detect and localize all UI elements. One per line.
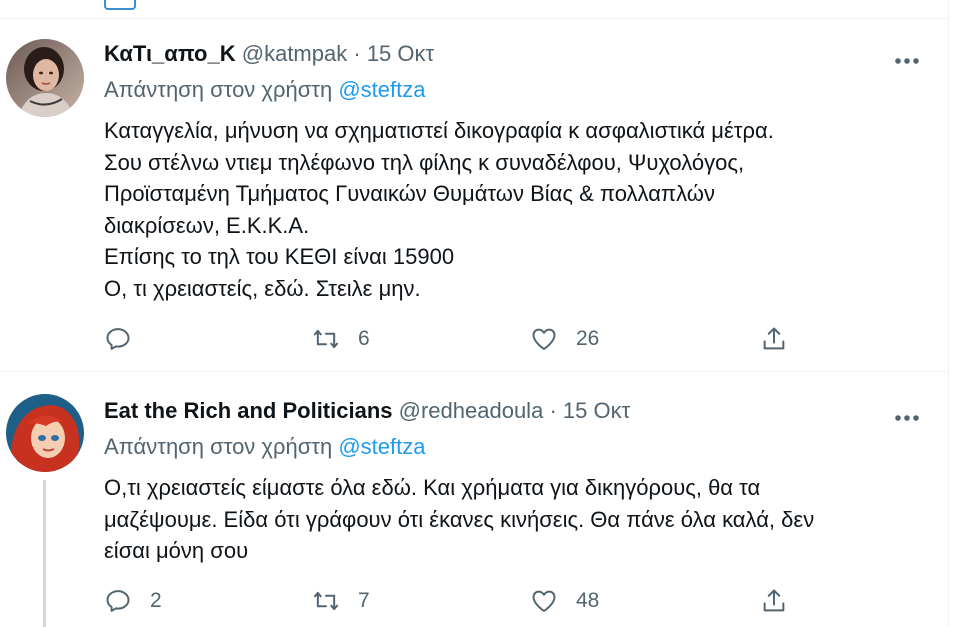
previous-tweet-edge — [0, 0, 948, 19]
tweet-date[interactable]: 15 Οκτ — [563, 398, 630, 423]
tweet-text-line: Προϊσταμένη Τμήματος Γυναικών Θυμάτων Βί… — [104, 181, 715, 207]
reply-icon — [106, 328, 130, 350]
retweet-button[interactable]: 7 — [312, 584, 370, 618]
replying-to-label: Απάντηση στον χρήστη — [104, 434, 333, 459]
tweet-text-line: Καταγγελία, μήνυση να σχηματιστεί δικογρ… — [104, 118, 774, 143]
mention-link[interactable]: @steftza — [338, 434, 425, 459]
mention-link[interactable]: @steftza — [338, 77, 425, 102]
tweet[interactable]: Eat the Rich and Politicians @redheadoul… — [0, 372, 948, 627]
separator-dot: · — [353, 41, 361, 66]
tweet-header: Eat the Rich and Politicians @redheadoul… — [104, 396, 630, 426]
display-name[interactable]: ΚαΤι_απο_Κ — [104, 41, 236, 66]
share-icon — [763, 327, 785, 350]
previous-tweet-icon — [104, 0, 136, 10]
tweet-text-line: διακρίσεων, Ε.Κ.Κ.Α. — [104, 212, 310, 238]
like-count: 26 — [576, 327, 600, 350]
retweet-count: 6 — [358, 327, 370, 350]
tweet-text: Καταγγελία, μήνυση να σχηματιστεί δικογρ… — [104, 115, 904, 305]
share-button[interactable] — [760, 584, 788, 618]
retweet-icon — [313, 329, 339, 349]
tweet-text: Ο,τι χρειαστείς είμαστε όλα εδώ. Και χρή… — [104, 472, 904, 567]
tweet-text-line: Επίσης το τηλ του ΚΕΘΙ είναι 15900 — [104, 244, 455, 270]
handle[interactable]: @katmpak — [242, 41, 347, 66]
tweet-actions: 6 26 — [104, 322, 804, 356]
replying-to: Απάντηση στον χρήστη @steftza — [104, 432, 425, 462]
like-icon — [532, 328, 556, 350]
retweet-count: 7 — [358, 589, 370, 612]
like-count: 48 — [576, 589, 600, 612]
tweet-text-line: μαζέψουμε. Είδα ότι γράφουν ότι έκανες κ… — [104, 506, 815, 532]
reply-count: 2 — [150, 589, 162, 612]
tweet-actions: 2 7 48 — [104, 584, 804, 618]
replying-to-label: Απάντηση στον χρήστη — [104, 77, 333, 102]
share-icon — [763, 589, 785, 612]
reply-icon — [106, 590, 130, 612]
handle[interactable]: @redheadoula — [399, 398, 544, 423]
replying-to: Απάντηση στον χρήστη @steftza — [104, 75, 425, 105]
like-button[interactable]: 26 — [530, 322, 599, 356]
avatar[interactable] — [6, 394, 84, 472]
more-icon[interactable] — [894, 52, 920, 64]
tweet-text-line: Σου στέλνω ντιεμ τηλέφωνο τηλ φίλης κ συ… — [104, 149, 745, 175]
retweet-icon — [313, 591, 339, 611]
tweet-text-line: Ο, τι χρειαστείς, εδώ. Στειλε μην. — [104, 275, 421, 301]
like-button[interactable]: 48 — [530, 584, 599, 618]
retweet-button[interactable]: 6 — [312, 322, 370, 356]
separator-dot: · — [549, 398, 557, 423]
more-icon[interactable] — [894, 409, 920, 421]
reply-button[interactable] — [104, 322, 150, 356]
display-name[interactable]: Eat the Rich and Politicians — [104, 398, 393, 423]
like-icon — [532, 590, 556, 612]
tweet-header: ΚαΤι_απο_Κ @katmpak · 15 Οκτ — [104, 39, 434, 69]
tweet-text-line: Ο,τι χρειαστείς είμαστε όλα εδώ. Και χρή… — [104, 475, 761, 500]
tweet-date[interactable]: 15 Οκτ — [367, 41, 434, 66]
tweet-text-line: είσαι μόνη σου — [104, 538, 249, 564]
timeline-border — [948, 0, 949, 627]
tweet[interactable]: ΚαΤι_απο_Κ @katmpak · 15 Οκτ Απάντηση στ… — [0, 19, 948, 372]
avatar[interactable] — [6, 39, 84, 117]
share-button[interactable] — [760, 322, 788, 356]
reply-button[interactable]: 2 — [104, 584, 162, 618]
thread-line — [43, 480, 46, 627]
